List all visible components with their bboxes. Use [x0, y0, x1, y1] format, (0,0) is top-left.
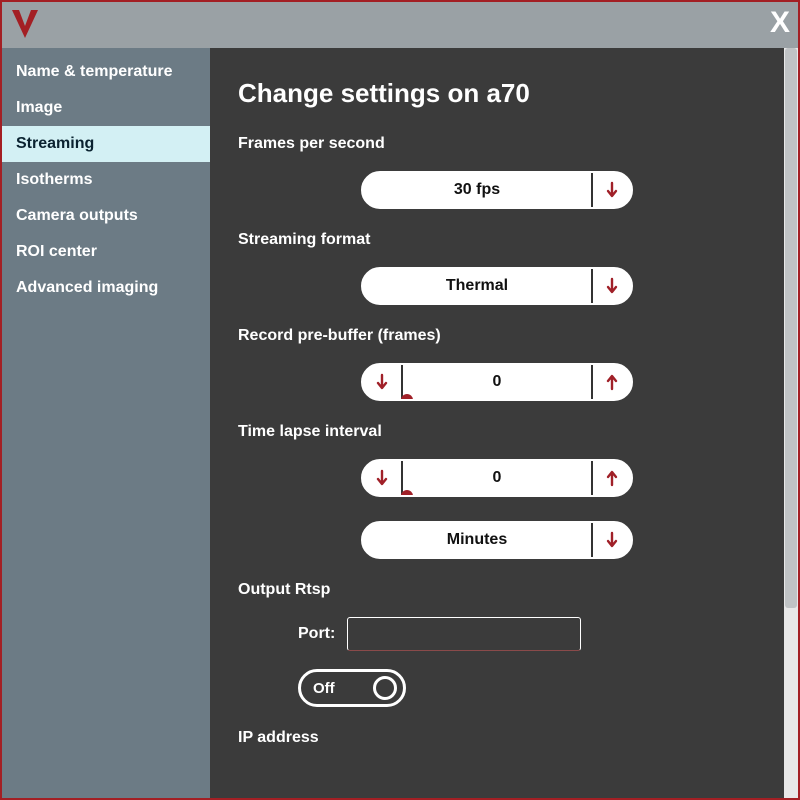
- timelapse-unit-button[interactable]: [591, 523, 631, 557]
- section-timelapse: Time lapse interval 0: [238, 423, 756, 559]
- app-logo: [2, 2, 48, 48]
- prebuffer-decrement[interactable]: [363, 365, 403, 399]
- toggle-knob-icon: [373, 676, 397, 700]
- fps-label: Frames per second: [238, 135, 756, 153]
- slider-handle[interactable]: [401, 394, 413, 401]
- timelapse-value: 0: [403, 461, 591, 495]
- fps-dropdown-button[interactable]: [591, 173, 631, 207]
- titlebar: X: [2, 2, 798, 48]
- prebuffer-increment[interactable]: [591, 365, 631, 399]
- timelapse-stepper[interactable]: 0: [361, 459, 633, 497]
- section-ip: IP address: [238, 729, 756, 747]
- sidebar-item-roi-center[interactable]: ROI center: [2, 234, 210, 270]
- main-wrap: Change settings on a70 Frames per second…: [210, 48, 798, 798]
- app-window: X Name & temperature Image Streaming Iso…: [0, 0, 800, 800]
- timelapse-unit-dropdown[interactable]: Minutes: [361, 521, 633, 559]
- rtsp-toggle-label: Off: [313, 680, 335, 697]
- main-panel: Change settings on a70 Frames per second…: [210, 48, 784, 798]
- format-value: Thermal: [363, 269, 591, 303]
- chevron-down-icon: [606, 277, 618, 295]
- arrow-down-icon: [376, 373, 388, 391]
- sidebar: Name & temperature Image Streaming Isoth…: [2, 48, 210, 798]
- prebuffer-value: 0: [403, 365, 591, 399]
- rtsp-port-row: Port:: [298, 617, 756, 651]
- arrow-up-icon: [606, 469, 618, 487]
- ip-label: IP address: [238, 729, 756, 747]
- app-body: Name & temperature Image Streaming Isoth…: [2, 48, 798, 798]
- slider-handle[interactable]: [401, 490, 413, 497]
- section-format: Streaming format Thermal: [238, 231, 756, 305]
- fps-dropdown[interactable]: 30 fps: [361, 171, 633, 209]
- arrow-up-icon: [606, 373, 618, 391]
- prebuffer-stepper[interactable]: 0: [361, 363, 633, 401]
- sidebar-item-advanced-imaging[interactable]: Advanced imaging: [2, 270, 210, 306]
- section-prebuffer: Record pre-buffer (frames) 0: [238, 327, 756, 401]
- timelapse-unit-value: Minutes: [363, 523, 591, 557]
- chevron-down-icon: [606, 181, 618, 199]
- section-fps: Frames per second 30 fps: [238, 135, 756, 209]
- timelapse-decrement[interactable]: [363, 461, 403, 495]
- rtsp-toggle[interactable]: Off: [298, 669, 406, 707]
- format-label: Streaming format: [238, 231, 756, 249]
- section-rtsp: Output Rtsp Port: Off: [238, 581, 756, 707]
- prebuffer-label: Record pre-buffer (frames): [238, 327, 756, 345]
- timelapse-label: Time lapse interval: [238, 423, 756, 441]
- page-title: Change settings on a70: [238, 78, 756, 109]
- fps-value: 30 fps: [363, 173, 591, 207]
- sidebar-item-name-temperature[interactable]: Name & temperature: [2, 54, 210, 90]
- scrollbar[interactable]: [784, 48, 798, 798]
- sidebar-item-streaming[interactable]: Streaming: [2, 126, 210, 162]
- rtsp-label: Output Rtsp: [238, 581, 756, 599]
- timelapse-increment[interactable]: [591, 461, 631, 495]
- chevron-down-icon: [606, 531, 618, 549]
- sidebar-item-isotherms[interactable]: Isotherms: [2, 162, 210, 198]
- format-dropdown[interactable]: Thermal: [361, 267, 633, 305]
- format-dropdown-button[interactable]: [591, 269, 631, 303]
- arrow-down-icon: [376, 469, 388, 487]
- rtsp-port-label: Port:: [298, 625, 335, 643]
- rtsp-port-input[interactable]: [347, 617, 581, 651]
- close-button[interactable]: X: [770, 6, 790, 40]
- scrollbar-thumb[interactable]: [785, 48, 797, 608]
- sidebar-item-image[interactable]: Image: [2, 90, 210, 126]
- sidebar-item-camera-outputs[interactable]: Camera outputs: [2, 198, 210, 234]
